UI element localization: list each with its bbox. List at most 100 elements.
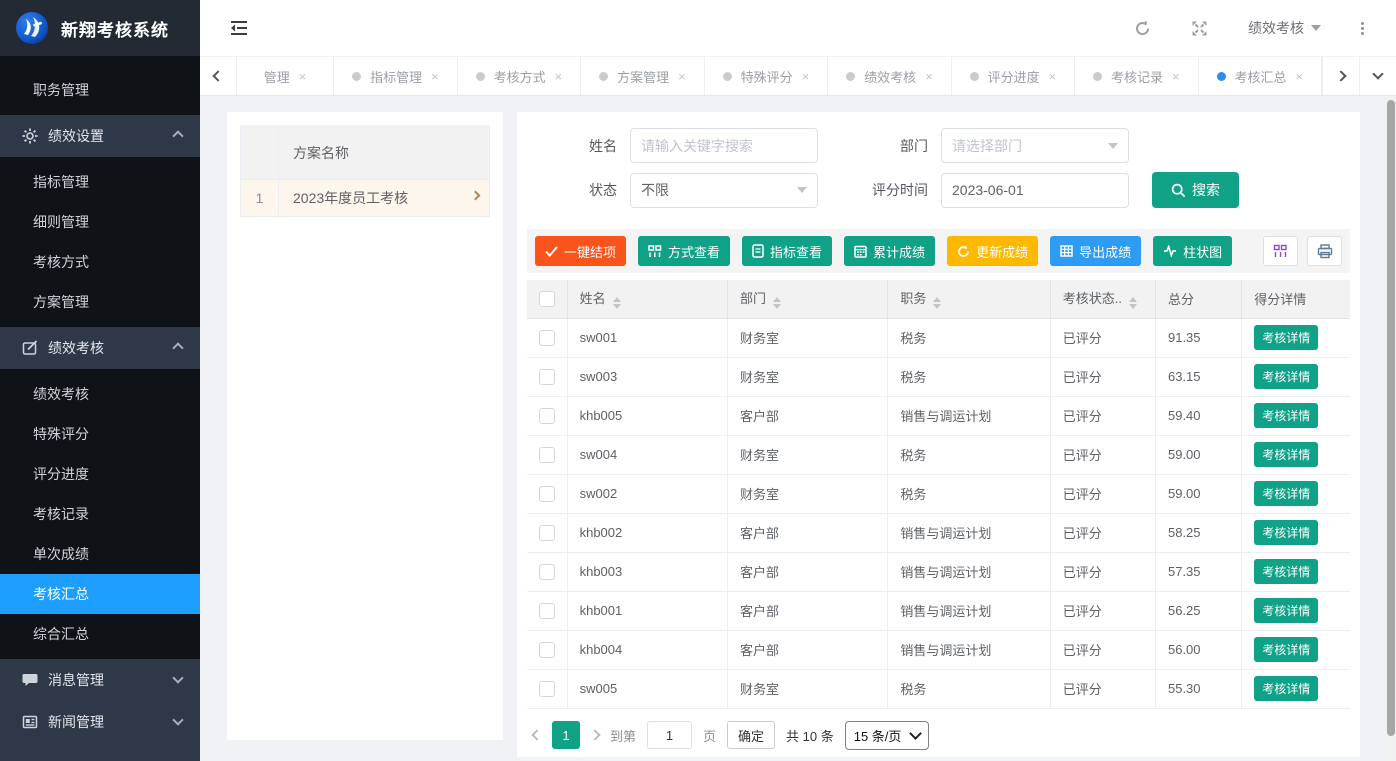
sort-icon[interactable] (773, 297, 781, 309)
table-header-row: 姓名 部门 职务 考核状态.. 总分 得分详情 (527, 280, 1350, 318)
sidebar-item-assess-method[interactable]: 考核方式 (0, 242, 200, 282)
row-checkbox[interactable] (539, 330, 555, 346)
assess-detail-button[interactable]: 考核详情 (1254, 676, 1318, 701)
cumulative-score-button[interactable]: 累计成绩 (844, 236, 935, 266)
tab-cut[interactable]: 管理× (237, 57, 334, 95)
sidebar-item-rules[interactable]: 细则管理 (0, 202, 200, 242)
grid-columns-icon (1273, 244, 1288, 258)
tab-assess-method[interactable]: 考核方式× (458, 57, 581, 95)
next-page-icon[interactable] (589, 729, 600, 740)
view-indicators-button[interactable]: 指标查看 (742, 236, 832, 266)
tab-assess-summary[interactable]: 考核汇总× (1199, 57, 1322, 95)
sidebar-item-overall-summary[interactable]: 综合汇总 (0, 614, 200, 654)
goto-confirm-button[interactable]: 确定 (727, 721, 775, 749)
tab-perf-assess[interactable]: 绩效考核× (828, 57, 951, 95)
close-icon[interactable]: × (678, 69, 686, 84)
tab-score-progress[interactable]: 评分进度× (952, 57, 1075, 95)
sidebar-item-clipped[interactable]: 部门管理 (0, 56, 200, 70)
assess-detail-button[interactable]: 考核详情 (1254, 481, 1318, 506)
row-checkbox[interactable] (539, 486, 555, 502)
plan-row[interactable]: 1 2023年度员工考核 (241, 180, 490, 217)
cell-name: khb003 (567, 552, 727, 591)
row-checkbox[interactable] (539, 447, 555, 463)
tabs-collapse[interactable] (1359, 57, 1396, 95)
page-number-active[interactable]: 1 (552, 721, 580, 749)
name-search-input[interactable] (630, 128, 818, 163)
close-icon[interactable]: × (1296, 69, 1304, 84)
close-icon[interactable]: × (802, 69, 810, 84)
row-checkbox[interactable] (539, 525, 555, 541)
assess-detail-button[interactable]: 考核详情 (1254, 325, 1318, 350)
close-icon[interactable]: × (1049, 69, 1057, 84)
close-icon[interactable]: × (1172, 69, 1180, 84)
row-checkbox[interactable] (539, 642, 555, 658)
sidebar-group-performance-assess[interactable]: 绩效考核 (0, 327, 200, 369)
scrollbar-thumb[interactable] (1387, 100, 1395, 736)
assess-detail-button[interactable]: 考核详情 (1254, 598, 1318, 623)
workspace-dropdown[interactable]: 绩效考核 (1248, 18, 1321, 38)
sidebar-item-plans[interactable]: 方案管理 (0, 282, 200, 322)
sidebar-item-perf-assess[interactable]: 绩效考核 (0, 374, 200, 414)
column-header-dept[interactable]: 部门 (727, 280, 887, 318)
export-score-button[interactable]: 导出成绩 (1050, 236, 1141, 266)
search-button[interactable]: 搜索 (1152, 172, 1239, 208)
finish-all-button[interactable]: 一键结项 (535, 236, 626, 266)
tab-indicators[interactable]: 指标管理× (334, 57, 457, 95)
sidebar-group-messages[interactable]: 消息管理 (0, 659, 200, 701)
tabs-scroll-right[interactable] (1322, 57, 1359, 95)
assess-detail-button[interactable]: 考核详情 (1254, 442, 1318, 467)
row-checkbox[interactable] (539, 564, 555, 580)
sort-icon[interactable] (1129, 297, 1137, 309)
close-icon[interactable]: × (299, 69, 307, 84)
assess-detail-button[interactable]: 考核详情 (1254, 559, 1318, 584)
assess-detail-button[interactable]: 考核详情 (1254, 637, 1318, 662)
fullscreen-icon[interactable] (1191, 20, 1208, 37)
chevron-down-icon (172, 672, 183, 683)
bar-chart-button[interactable]: 柱状图 (1153, 236, 1232, 266)
sort-icon[interactable] (613, 297, 621, 309)
column-header-position[interactable]: 职务 (888, 280, 1050, 318)
row-checkbox[interactable] (539, 369, 555, 385)
select-all-checkbox[interactable] (539, 291, 555, 307)
plan-row-name[interactable]: 2023年度员工考核 (279, 180, 490, 217)
sidebar-item-special-score[interactable]: 特殊评分 (0, 414, 200, 454)
sidebar-item-assess-records[interactable]: 考核记录 (0, 494, 200, 534)
assess-detail-button[interactable]: 考核详情 (1254, 403, 1318, 428)
tab-plans[interactable]: 方案管理× (581, 57, 704, 95)
column-settings-button[interactable] (1263, 236, 1298, 266)
assess-detail-button[interactable]: 考核详情 (1254, 520, 1318, 545)
sidebar-item-positions[interactable]: 职务管理 (0, 70, 200, 110)
score-time-input[interactable] (941, 173, 1129, 208)
column-header-status[interactable]: 考核状态.. (1050, 280, 1155, 318)
tab-assess-records[interactable]: 考核记录× (1075, 57, 1198, 95)
dept-select[interactable]: 请选择部门 (941, 128, 1129, 163)
update-score-button[interactable]: 更新成绩 (947, 236, 1038, 266)
status-select[interactable]: 不限 (630, 173, 818, 208)
close-icon[interactable]: × (925, 69, 933, 84)
column-header-name[interactable]: 姓名 (567, 280, 727, 318)
sidebar-item-assess-summary[interactable]: 考核汇总 (0, 574, 200, 614)
prev-page-icon[interactable] (531, 729, 542, 740)
row-checkbox[interactable] (539, 603, 555, 619)
close-icon[interactable]: × (431, 69, 439, 84)
assess-detail-button[interactable]: 考核详情 (1254, 364, 1318, 389)
collapse-sidebar-icon[interactable] (230, 20, 248, 36)
sidebar-item-indicators[interactable]: 指标管理 (0, 162, 200, 202)
tabs-scroll-left[interactable] (200, 57, 237, 95)
page-size-select[interactable]: 15 条/页 (845, 721, 930, 750)
sort-icon[interactable] (933, 297, 941, 309)
print-button[interactable] (1307, 236, 1342, 266)
view-by-method-button[interactable]: 方式查看 (638, 236, 730, 266)
row-checkbox[interactable] (539, 681, 555, 697)
sidebar-group-performance-settings[interactable]: 绩效设置 (0, 115, 200, 157)
row-checkbox[interactable] (539, 408, 555, 424)
tab-special-score[interactable]: 特殊评分× (705, 57, 828, 95)
refresh-icon[interactable] (1134, 20, 1151, 37)
goto-page-input[interactable] (647, 721, 692, 749)
sidebar-item-single-score[interactable]: 单次成绩 (0, 534, 200, 574)
more-menu-icon[interactable] (1361, 22, 1364, 35)
sidebar-group-news[interactable]: 新闻管理 (0, 701, 200, 743)
sidebar-item-score-progress[interactable]: 评分进度 (0, 454, 200, 494)
close-icon[interactable]: × (555, 69, 563, 84)
page-scrollbar[interactable] (1386, 96, 1396, 761)
